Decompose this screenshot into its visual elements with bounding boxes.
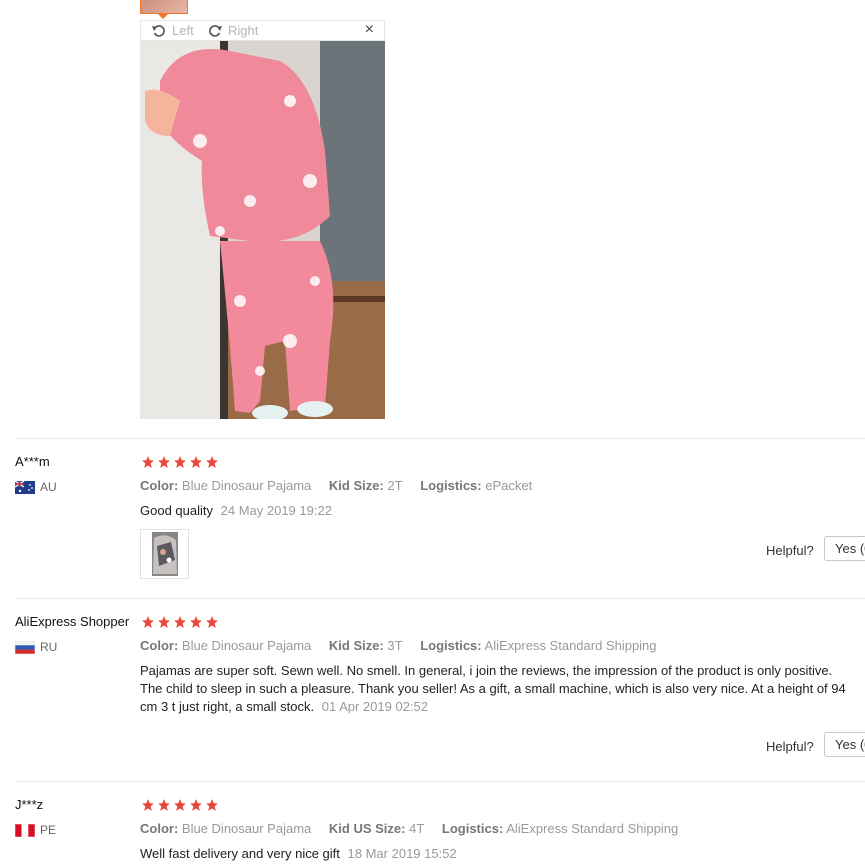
review-text: Well fast delivery and very nice gift (140, 846, 340, 861)
image-viewer-toolbar: Left Right × (140, 20, 385, 41)
rotate-right-icon (209, 24, 222, 37)
review-date: 01 Apr 2019 02:52 (321, 699, 428, 714)
country-code: PE (40, 823, 57, 837)
review-date: 18 Mar 2019 15:52 (347, 846, 457, 861)
flag-pe-icon (15, 823, 35, 837)
attr-label: Logistics: (420, 638, 482, 653)
flag-au-icon (15, 480, 35, 494)
attr-value: 4T (409, 821, 425, 836)
review-divider (15, 438, 865, 439)
attr-value: 2T (387, 478, 403, 493)
rotate-right-button[interactable]: Right (207, 23, 258, 38)
star-icon (142, 616, 154, 628)
review-body: Good quality 24 May 2019 19:22 (140, 502, 332, 520)
order-attributes: Color: Blue Dinosaur Pajama Kid Size: 2T… (140, 478, 546, 493)
star-icon (158, 799, 170, 811)
star-rating (141, 798, 221, 812)
star-icon (142, 456, 154, 468)
thumbnail-pointer (157, 13, 169, 19)
attr-label: Kid Size: (328, 478, 384, 493)
star-icon (206, 799, 218, 811)
attr-value: AliExpress Standard Shipping (484, 638, 657, 653)
review-body: Well fast delivery and very nice gift 18… (140, 845, 457, 863)
star-icon (190, 456, 202, 468)
attr-value: Blue Dinosaur Pajama (181, 638, 312, 653)
helpful-yes-button[interactable]: Yes (0) (824, 536, 865, 561)
review-photo-thumbnail[interactable] (140, 529, 189, 579)
star-icon (190, 616, 202, 628)
rotate-left-label: Left (172, 23, 194, 38)
helpful-label: Helpful? (766, 739, 814, 754)
star-icon (190, 799, 202, 811)
attr-label: Color: (140, 821, 179, 836)
attr-label: Color: (140, 478, 179, 493)
star-rating (141, 615, 221, 629)
rotate-left-icon (152, 24, 165, 37)
country-code: AU (40, 480, 57, 494)
helpful-yes-button[interactable]: Yes (0) (824, 732, 865, 757)
rotate-left-button[interactable]: Left (151, 23, 194, 38)
star-icon (158, 456, 170, 468)
attr-label: Kid Size: (328, 638, 384, 653)
order-attributes: Color: Blue Dinosaur Pajama Kid Size: 3T… (140, 638, 671, 653)
attr-label: Logistics: (420, 478, 482, 493)
attr-label: Logistics: (441, 821, 504, 836)
star-icon (206, 456, 218, 468)
attr-value: ePacket (485, 478, 533, 493)
rotate-right-label: Right (228, 23, 259, 38)
selected-review-thumbnail[interactable] (140, 0, 188, 14)
reviewer-name: AliExpress Shopper (15, 614, 130, 629)
attr-value: Blue Dinosaur Pajama (181, 478, 312, 493)
review-body: Pajamas are super soft. Sewn well. No sm… (140, 662, 855, 716)
attr-value: Blue Dinosaur Pajama (181, 821, 312, 836)
review-date: 24 May 2019 19:22 (220, 503, 332, 518)
star-icon (174, 799, 186, 811)
reviewer-name: A***m (15, 454, 50, 469)
reviewer-country: PE (15, 823, 56, 837)
review-text: Pajamas are super soft. Sewn well. No sm… (140, 663, 846, 714)
close-viewer-button[interactable]: × (365, 21, 374, 39)
review-text: Good quality (140, 503, 213, 518)
helpful-label: Helpful? (766, 543, 814, 558)
review-divider (15, 781, 865, 782)
star-rating (141, 455, 221, 469)
star-icon (158, 616, 170, 628)
star-icon (174, 456, 186, 468)
attr-value: AliExpress Standard Shipping (506, 821, 679, 836)
attr-label: Kid US Size: (328, 821, 406, 836)
star-icon (206, 616, 218, 628)
flag-ru-icon (15, 640, 35, 654)
enlarged-review-photo (140, 41, 385, 419)
reviewer-country: RU (15, 640, 57, 654)
reviewer-name: J***z (15, 797, 44, 812)
order-attributes: Color: Blue Dinosaur Pajama Kid US Size:… (140, 821, 692, 836)
star-icon (174, 616, 186, 628)
star-icon (142, 799, 154, 811)
country-code: RU (40, 640, 58, 654)
review-divider (15, 598, 865, 599)
reviewer-country: AU (15, 480, 57, 494)
attr-value: 3T (387, 638, 403, 653)
attr-label: Color: (140, 638, 179, 653)
